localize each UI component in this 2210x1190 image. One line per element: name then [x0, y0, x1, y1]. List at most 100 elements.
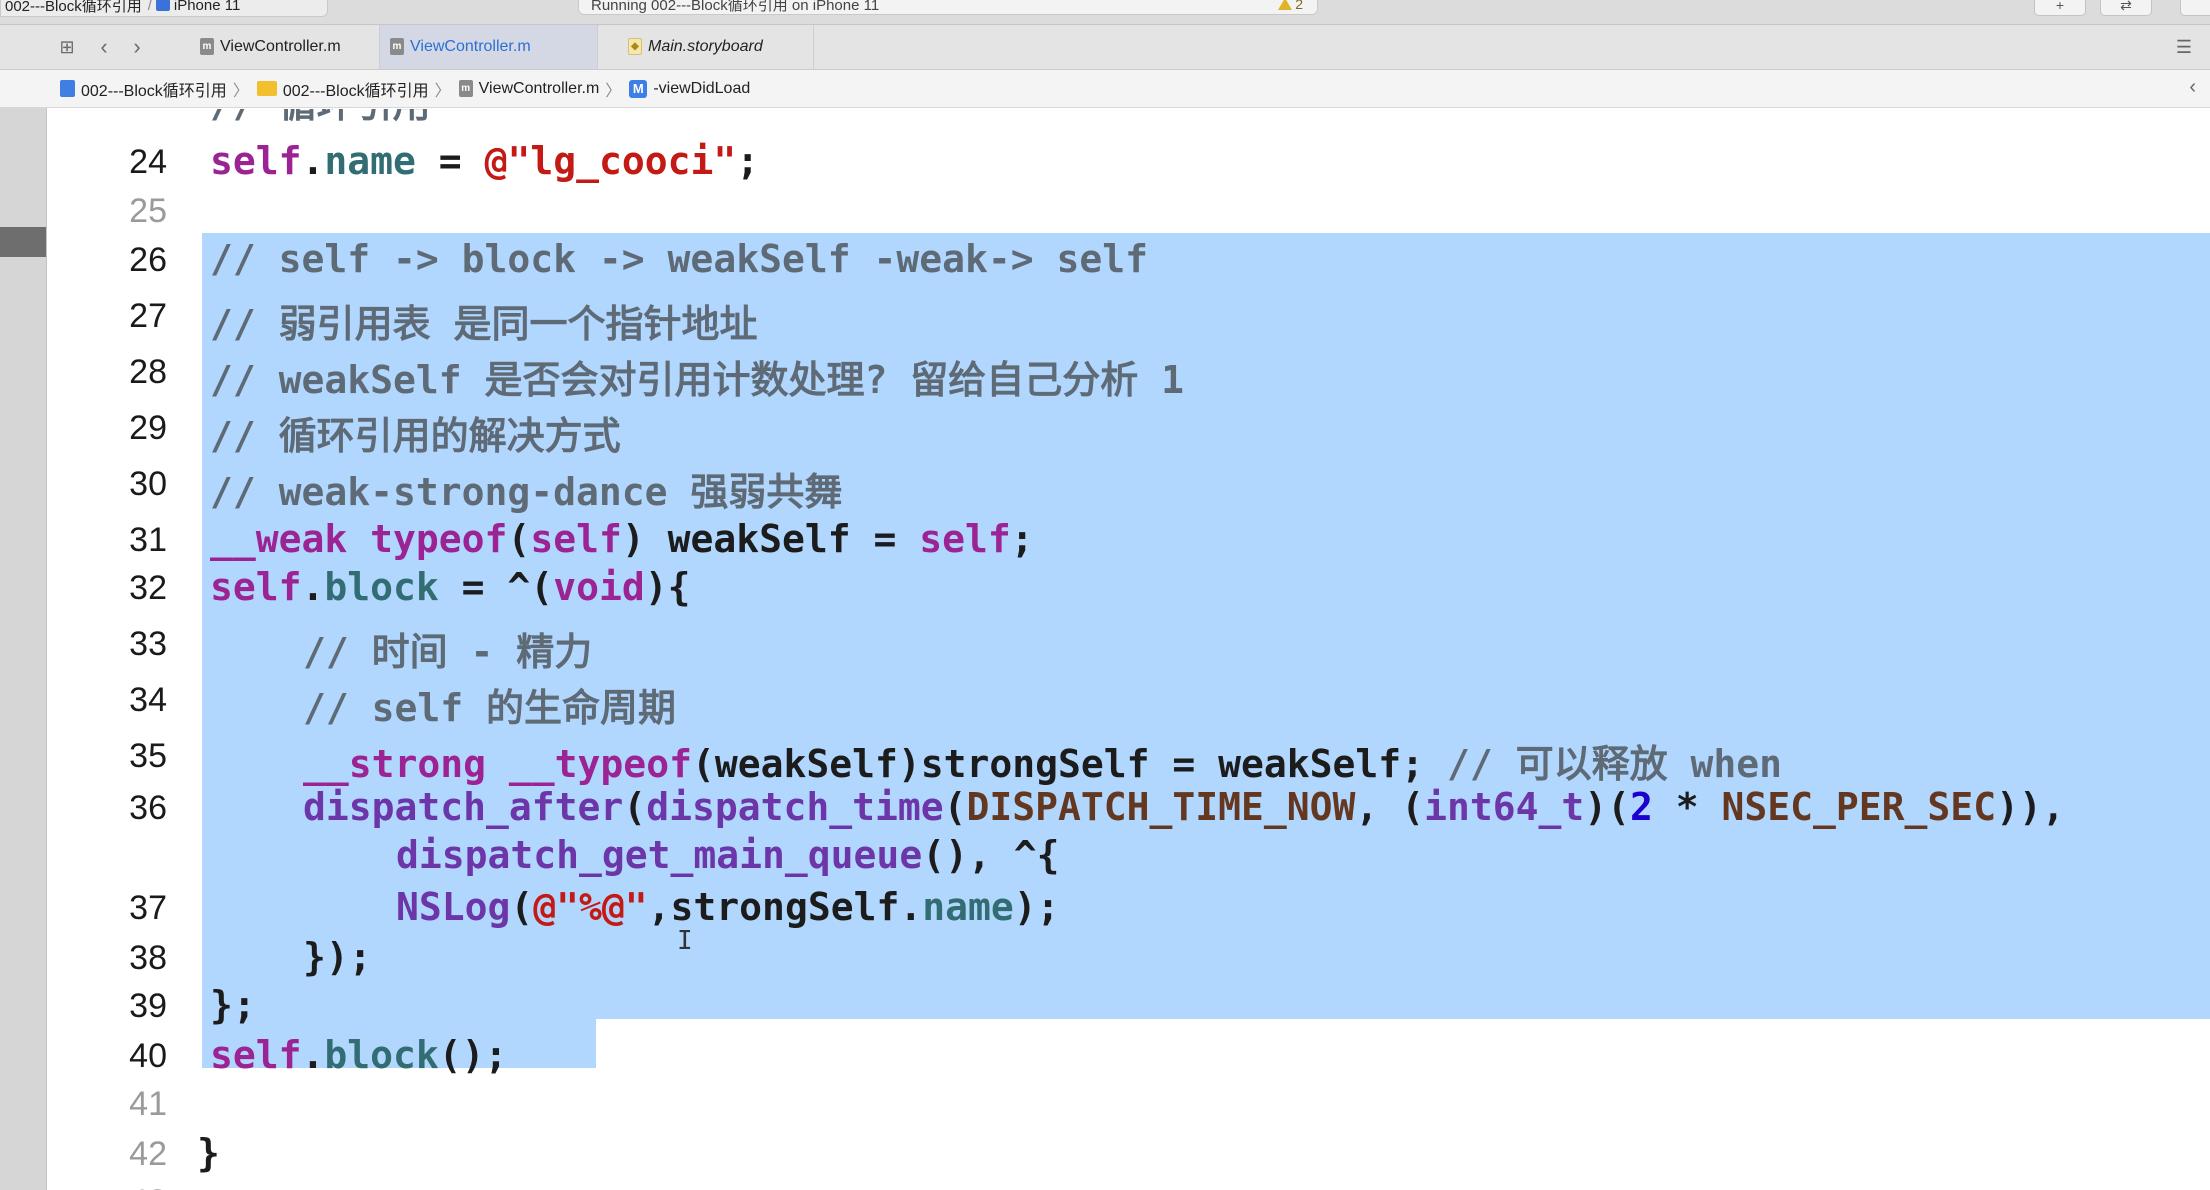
breadcrumb-label: -viewDidLoad [653, 79, 751, 97]
tab-viewcontroller-2[interactable]: m ViewController.m [380, 25, 598, 69]
line-number: 26 [129, 241, 167, 279]
plus-icon: + [2055, 0, 2065, 13]
code-token: DISPATCH_TIME_NOW [966, 785, 1356, 829]
split-editor-icon: ☰ [2175, 36, 2193, 57]
line-number: 28 [129, 353, 167, 391]
line-number: 37 [129, 889, 167, 927]
line-number: 33 [129, 625, 167, 663]
code-line[interactable]: 26 // self -> block -> weakSelf -weak-> s… [47, 233, 2210, 281]
code-line[interactable]: 34 // self 的生命周期 [47, 673, 2210, 730]
code-line[interactable]: 41 [47, 1077, 2210, 1125]
code-line[interactable]: 30 // weak-strong-dance 强弱共舞 [47, 457, 2210, 514]
code-token: , ( [1355, 785, 1425, 829]
chevron-left-icon[interactable]: ‹ [2189, 76, 2196, 99]
editor-options-button[interactable]: ☰ [2170, 36, 2198, 58]
breadcrumb-folder[interactable]: 002---Block循环引用 [256, 77, 429, 101]
swap-arrows-icon: ⇄ [2120, 0, 2132, 13]
code-line[interactable]: 35 __strong __typeof(weakSelf)strongSelf … [47, 729, 2210, 786]
code-token: // 循环引用 [210, 109, 431, 126]
code-line[interactable]: 42} [47, 1127, 2210, 1175]
related-items-button[interactable]: ⊞ [54, 35, 80, 59]
breadcrumb-separator: 〉 [232, 82, 249, 100]
breadcrumb-separator: 〉 [434, 82, 451, 100]
code-line[interactable]: 32 self.block = ^(void){ [47, 561, 2210, 609]
device-selector[interactable]: / iPhone 11 [148, 0, 240, 14]
breadcrumb-label: 002---Block循环引用 [282, 82, 429, 100]
code-text: // 时间 - 精力 [303, 621, 592, 676]
line-number: 38 [129, 939, 167, 977]
m-file-icon: m [458, 80, 473, 97]
folder-icon [256, 81, 277, 96]
code-line[interactable]: 23 // 循环引用 [47, 109, 2210, 126]
code-token: ( [507, 517, 531, 561]
tab-label: ViewController.m [220, 38, 341, 55]
code-line[interactable]: 43 [47, 1175, 2210, 1190]
breadcrumb: 002---Block循环引用 〉 002---Block循环引用 〉 m Vi… [0, 70, 2210, 108]
code-token: ) weakSelf = [621, 517, 920, 561]
code-line[interactable]: 25 [47, 184, 2210, 232]
code-line[interactable]: 29 // 循环引用的解决方式 [47, 401, 2210, 458]
tab-label: ViewController.m [410, 38, 531, 55]
code-line[interactable]: 28 // weakSelf 是否会对引用计数处理? 留给自己分析 1 [47, 345, 2210, 402]
code-line[interactable]: 36 dispatch_after(dispatch_time(DISPATCH_… [47, 781, 2210, 829]
forward-button[interactable]: › [124, 34, 150, 59]
code-line[interactable]: 38}); [47, 931, 2210, 979]
code-token: @"lg_cooci" [484, 139, 737, 183]
code-token: )), [1996, 785, 2065, 829]
code-token: * [1652, 785, 1722, 829]
code-line[interactable]: 33 // 时间 - 精力 [47, 617, 2210, 674]
line-number: 27 [129, 297, 167, 335]
code-token: block [324, 565, 439, 609]
run-status-text: Running 002---Block循环引用 on iPhone 11 [591, 0, 880, 14]
tab-viewcontroller-1[interactable]: m ViewController.m [190, 25, 380, 69]
code-line[interactable]: dispatch_get_main_queue(), ^{ [47, 829, 2210, 877]
add-button[interactable]: + [2034, 0, 2086, 16]
tab-main-storyboard[interactable]: ◆ Main.storyboard [618, 25, 814, 69]
code-token: dispatch_time [646, 785, 944, 829]
code-line[interactable]: 40 self.block(); [47, 1029, 2210, 1077]
line-number: 29 [129, 409, 167, 447]
code-token: (), ^{ [922, 833, 1060, 877]
code-text: __strong __typeof(weakSelf)strongSelf = … [303, 733, 1782, 788]
code-review-button[interactable]: ⇄ [2100, 0, 2152, 16]
code-text: // 循环引用的解决方式 [210, 405, 621, 460]
code-line[interactable]: 27 // 弱引用表 是同一个指针地址 [47, 289, 2210, 346]
code-line[interactable]: 24 self.name = @"lg_cooci"; [47, 135, 2210, 183]
scheme-selector[interactable]: 002---Block循环引用 / iPhone 11 [0, 0, 328, 17]
code-token: // weak-strong-dance 强弱共舞 [210, 470, 843, 514]
storyboard-icon: ◆ [628, 38, 642, 55]
code-token: block [324, 1033, 439, 1077]
breadcrumb-method[interactable]: M -viewDidLoad [629, 79, 751, 98]
code-line[interactable]: 39}; [47, 979, 2210, 1027]
code-token: // 弱引用表 是同一个指针地址 [210, 302, 758, 346]
code-text: }; [210, 983, 256, 1027]
code-token: // self 的生命周期 [303, 686, 677, 730]
line-number: 42 [129, 1135, 167, 1173]
code-token: ){ [644, 565, 691, 609]
code-token: (weakSelf)strongSelf = weakSelf; [691, 742, 1447, 786]
breadcrumb-project[interactable]: 002---Block循环引用 [60, 77, 227, 101]
code-token: int64_t [1424, 785, 1585, 829]
code-token: = [415, 139, 485, 183]
code-token: ); [1013, 885, 1060, 929]
line-number: 35 [129, 737, 167, 775]
code-token: ( [510, 885, 534, 929]
code-token: 2 [1630, 785, 1653, 829]
inspector-toggle-button[interactable] [2180, 0, 2210, 16]
code-token: self [919, 517, 1011, 561]
code-line[interactable]: 31 __weak typeof(self) weakSelf = self; [47, 513, 2210, 561]
code-token: dispatch_get_main_queue [396, 833, 923, 877]
code-token: @"%@" [533, 885, 648, 929]
method-icon: M [629, 79, 648, 98]
breakpoint-gutter-marker [0, 227, 46, 257]
code-token: // 可以释放 when [1446, 742, 1782, 786]
code-line[interactable]: 37 NSLog(@"%@",strongSelf.name); [47, 881, 2210, 929]
back-button[interactable]: ‹ [91, 34, 117, 59]
code-token: // 时间 - 精力 [303, 630, 593, 674]
code-token: self [210, 565, 302, 609]
code-token: // weakSelf 是否会对引用计数处理? 留给自己分析 1 [210, 358, 1185, 402]
breadcrumb-file[interactable]: m ViewController.m [458, 80, 599, 98]
warning-badge[interactable]: 2 [1278, 0, 1303, 12]
source-editor[interactable]: 23// 循环引用24self.name = @"lg_cooci";2526/… [47, 109, 2210, 1190]
